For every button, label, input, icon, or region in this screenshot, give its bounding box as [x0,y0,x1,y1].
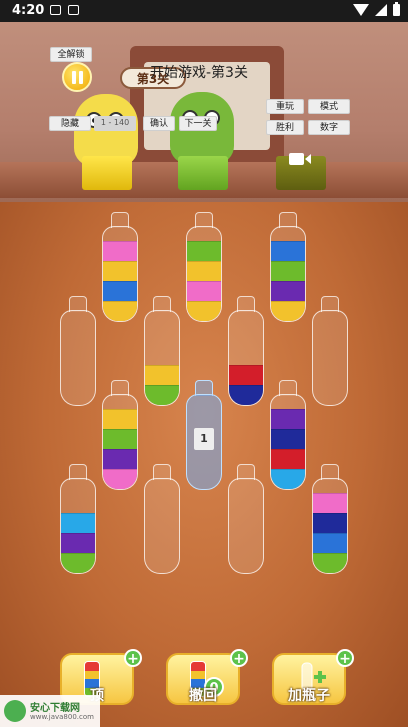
undo-button[interactable]: 0 + 撤回 [166,649,248,705]
wifi-icon [353,4,369,16]
liquid-layer [271,241,305,261]
liquid-layer [103,449,137,469]
liquid-layer [271,409,305,429]
bottle[interactable] [102,212,138,322]
watermark-name: 安心下载网 [30,703,80,714]
bottle[interactable] [144,296,180,406]
green-pedestal [178,156,228,190]
hide-button[interactable]: 隐藏 [49,116,91,131]
undo-label: 撤回 [189,688,217,704]
bottle-body [102,226,138,322]
signal-icon [375,4,387,16]
bottle[interactable] [312,296,348,406]
bottle[interactable] [102,380,138,490]
bottle-body [186,226,222,322]
bottle-body [102,394,138,490]
bottle-body [144,478,180,574]
liquid-layer [103,241,137,261]
number-button[interactable]: 数字 [308,120,350,135]
pause-button[interactable] [62,62,92,92]
liquid-layer [271,469,305,489]
liquid-layer [187,281,221,301]
bottle-body [312,478,348,574]
bottle[interactable] [60,464,96,574]
page-title: 开始游戏-第3关 [150,65,248,81]
yellow-pedestal [82,156,132,190]
bottle[interactable] [270,212,306,322]
liquid-layer [61,513,95,533]
liquid-layer [271,429,305,449]
watermark-logo-icon [4,700,26,722]
watermark-url: www.java800.com [30,713,94,721]
bottle-body [312,310,348,406]
liquid-layer [103,261,137,281]
bottle-tag: 1 [194,428,214,450]
add-bottle-label: 加瓶子 [288,688,330,704]
notification-icon [50,5,61,15]
bottle[interactable] [186,212,222,322]
liquid-layer [103,429,137,449]
bottle[interactable] [270,380,306,490]
liquid-layer [61,533,95,553]
confirm-button[interactable]: 确认 [143,116,175,131]
bottle[interactable]: 1 [186,380,222,490]
liquid-layer [229,385,263,405]
add-icon[interactable]: + [124,649,142,667]
liquid-layer [313,513,347,533]
battery-icon [393,2,400,16]
bottle[interactable] [144,464,180,574]
bottle[interactable] [60,296,96,406]
add-icon[interactable]: + [230,649,248,667]
liquid-layer [313,533,347,553]
bottle[interactable] [228,464,264,574]
notification-icon [68,5,79,15]
liquid-layer [61,553,95,573]
bottle-body [270,394,306,490]
liquid-layer [271,301,305,321]
add-bottle-button[interactable]: + 加瓶子 [272,649,354,705]
liquid-layer [229,365,263,385]
next-level-button[interactable]: 下一关 [179,116,217,131]
liquid-layer [271,281,305,301]
liquid-layer [187,301,221,321]
bottle-body [228,478,264,574]
add-icon[interactable]: + [336,649,354,667]
status-bar: 4:20 [0,0,408,22]
liquid-layer [187,261,221,281]
watermark: 安心下载网 www.java800.com [0,695,100,727]
status-time: 4:20 [12,3,45,18]
liquid-layer [313,553,347,573]
liquid-layer [271,261,305,281]
liquid-layer [103,301,137,321]
unlock-all-button[interactable]: 全解锁 [50,47,92,62]
bottle-body [228,310,264,406]
liquid-layer [271,449,305,469]
replay-button[interactable]: 重玩 [266,99,304,114]
liquid-layer [145,365,179,385]
video-icon[interactable] [288,152,312,166]
bottle-body [60,478,96,574]
liquid-layer [145,385,179,405]
bottle-body [60,310,96,406]
bottle[interactable] [228,296,264,406]
bottle-body [270,226,306,322]
liquid-layer [103,469,137,489]
bottle-body [144,310,180,406]
level-range-input[interactable]: 1 - 140 [94,116,136,131]
liquid-layer [313,493,347,513]
bottle[interactable] [312,464,348,574]
win-button[interactable]: 胜利 [266,120,304,135]
liquid-layer [187,241,221,261]
liquid-layer [103,281,137,301]
mode-button[interactable]: 模式 [308,99,350,114]
liquid-layer [103,409,137,429]
